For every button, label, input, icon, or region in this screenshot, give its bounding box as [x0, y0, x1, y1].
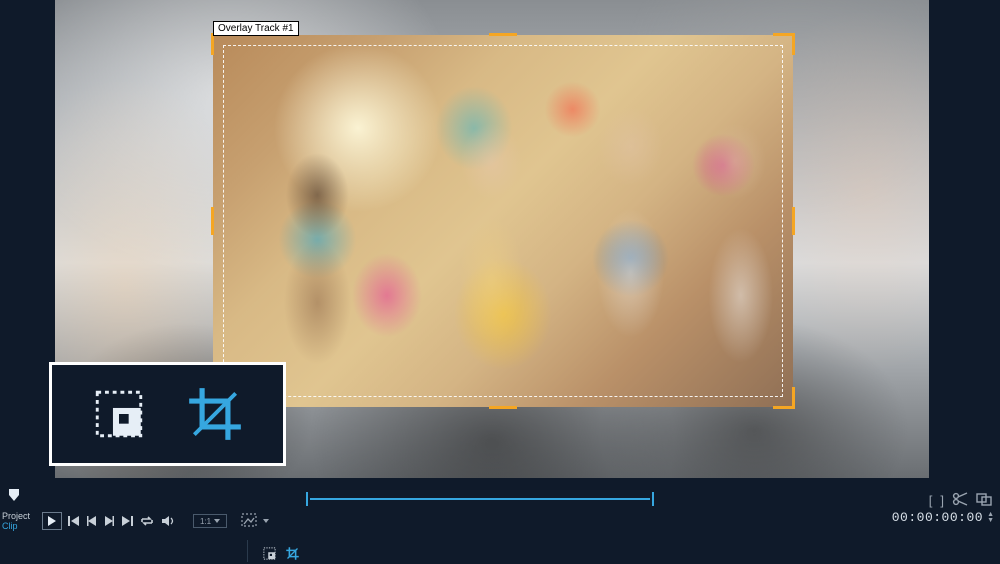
repeat-icon[interactable] — [140, 516, 154, 526]
resize-icon — [90, 385, 148, 443]
control-bar: [ ] Project Clip 1:1 — [0, 478, 1000, 563]
snapshot-or-expand-icon[interactable] — [976, 492, 992, 509]
transport-row: Project Clip 1:1 — [0, 508, 1000, 534]
timecode-display[interactable]: 00:00:00:00 — [892, 510, 983, 525]
prev-frame-icon[interactable] — [87, 516, 97, 526]
mode-project-label[interactable]: Project — [2, 511, 42, 521]
playhead-marker-icon[interactable] — [8, 488, 20, 505]
volume-icon[interactable] — [161, 515, 175, 527]
callout-zoom-panel — [49, 362, 286, 466]
next-frame-icon[interactable] — [104, 516, 114, 526]
toolbar-divider — [247, 540, 248, 562]
play-button[interactable] — [42, 512, 62, 530]
trim-range-bar[interactable] — [310, 498, 650, 500]
mark-out-button[interactable]: ] — [940, 493, 944, 508]
split-clip-icon[interactable] — [952, 492, 968, 509]
overlay-track-label: Overlay Track #1 — [213, 21, 299, 36]
playback-mode-toggle[interactable]: Project Clip — [0, 511, 42, 531]
crop-mode-button[interactable] — [285, 546, 300, 564]
timecode-spinner[interactable]: ▲ ▼ — [987, 512, 994, 524]
mode-clip-label[interactable]: Clip — [2, 521, 42, 531]
chevron-down-icon — [214, 519, 220, 523]
mark-in-button[interactable]: [ — [929, 493, 933, 508]
overlay-clip[interactable] — [213, 35, 793, 407]
scrub-row: [ ] — [0, 484, 1000, 504]
go-to-end-icon[interactable] — [121, 516, 133, 526]
spinner-down-icon[interactable]: ▼ — [987, 518, 994, 524]
aspect-ratio-label: 1:1 — [200, 517, 211, 526]
crop-icon — [184, 383, 246, 445]
go-to-start-icon[interactable] — [68, 516, 80, 526]
